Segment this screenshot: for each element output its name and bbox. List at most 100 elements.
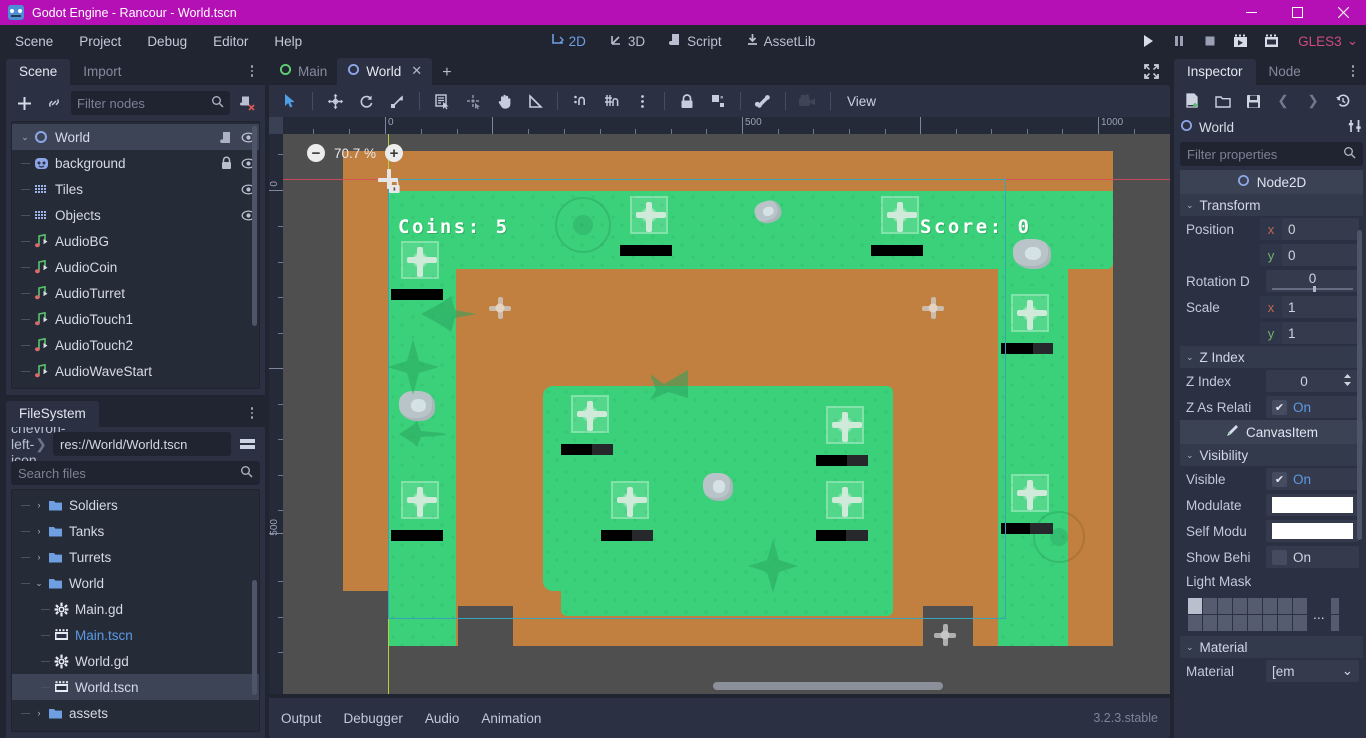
self-modulate-field[interactable] <box>1266 520 1359 542</box>
lock-icon[interactable] <box>672 88 702 114</box>
fs-row-turrets[interactable]: › Turrets <box>12 544 259 570</box>
chevron-right-icon[interactable]: › <box>32 552 46 562</box>
snap-tool[interactable] <box>565 88 595 114</box>
menu-help[interactable]: Help <box>263 30 313 53</box>
kebab-icon[interactable] <box>1346 63 1360 79</box>
menu-project[interactable]: Project <box>68 30 132 53</box>
filesystem-scrollbar[interactable] <box>252 580 257 695</box>
chevron-down-icon[interactable]: ⌄ <box>1342 663 1353 679</box>
menu-debug[interactable]: Debug <box>136 30 198 53</box>
scene-tab-world[interactable]: World ✕ <box>337 58 432 85</box>
split-mode-icon[interactable] <box>234 432 260 456</box>
scene-tree[interactable]: ⌄ World <box>11 121 260 389</box>
color-swatch[interactable] <box>1272 497 1353 513</box>
folder-open-icon[interactable] <box>1210 90 1236 112</box>
new-file-icon[interactable] <box>1180 90 1206 112</box>
turret-5[interactable] <box>1011 474 1049 512</box>
scene-tree-row-audioturret[interactable]: AudioTurret <box>12 280 259 306</box>
color-swatch[interactable] <box>1272 523 1353 539</box>
scene-tree-row-audiowavestart[interactable]: AudioWaveStart <box>12 358 259 384</box>
modulate-field[interactable] <box>1266 494 1359 516</box>
close-button[interactable] <box>1320 0 1366 25</box>
play-custom-icon[interactable] <box>1263 32 1281 50</box>
tab-3d[interactable]: 3D <box>601 30 654 52</box>
bottom-tab-output[interactable]: Output <box>281 711 322 726</box>
bone-icon[interactable] <box>748 88 778 114</box>
scene-tree-row-audiobg[interactable]: AudioBG <box>12 228 259 254</box>
scale-tool[interactable] <box>382 88 412 114</box>
renderer-selector[interactable]: GLES3 ⌄ <box>1298 33 1358 49</box>
section-visibility[interactable]: ⌄ Visibility <box>1180 444 1363 466</box>
scene-tree-row-objects[interactable]: Objects <box>12 202 259 228</box>
light-mask-editor[interactable]: ... <box>1180 592 1363 636</box>
select-tool[interactable] <box>275 88 305 114</box>
chevron-right-icon[interactable]: › <box>32 500 46 510</box>
rotation-field[interactable]: 0 <box>1266 270 1359 292</box>
close-icon[interactable]: ✕ <box>411 63 422 79</box>
filter-nodes-input[interactable]: Filter nodes <box>71 91 230 115</box>
fs-row-soldiers[interactable]: › Soldiers <box>12 492 259 518</box>
pivot-tool[interactable] <box>458 88 488 114</box>
section-material[interactable]: ⌄ Material <box>1180 636 1363 658</box>
lock-icon[interactable] <box>215 156 237 170</box>
fs-row-assets[interactable]: › assets <box>12 700 259 726</box>
fs-row-tanks[interactable]: › Tanks <box>12 518 259 544</box>
view-menu-button[interactable]: View <box>838 91 885 112</box>
tab-2d[interactable]: 2D <box>542 30 595 52</box>
checkbox-checked[interactable]: ✔ <box>1272 472 1287 487</box>
horizontal-ruler[interactable]: 0 500 1000 <box>283 117 1170 134</box>
remove-script-button[interactable] <box>234 91 260 115</box>
chevron-down-icon[interactable]: ⌄ <box>32 578 46 589</box>
history-clock-icon[interactable] <box>1330 90 1356 112</box>
fs-row-main-gd[interactable]: Main.gd <box>12 596 259 622</box>
filesystem-tree[interactable]: › Soldiers › Tanks <box>11 489 260 732</box>
tab-scene[interactable]: Scene <box>6 59 70 85</box>
fs-row-world-gd[interactable]: World.gd <box>12 648 259 674</box>
fs-row-world-folder[interactable]: ⌄ World <box>12 570 259 596</box>
pause-icon[interactable] <box>1170 32 1188 50</box>
chevron-down-icon[interactable]: ⌄ <box>18 132 32 143</box>
fs-row-main-tscn[interactable]: Main.tscn <box>12 622 259 648</box>
kebab-icon[interactable] <box>245 63 259 79</box>
scene-tree-row-world[interactable]: ⌄ World <box>12 124 259 150</box>
chevron-right-icon[interactable]: › <box>32 526 46 536</box>
list-select-tool[interactable] <box>427 88 457 114</box>
position-y-field[interactable]: y 0 <box>1266 244 1359 266</box>
filesystem-path-input[interactable]: res://World/World.tscn <box>53 432 231 456</box>
scale-y-field[interactable]: y 1 <box>1266 322 1359 344</box>
tab-assetlib[interactable]: AssetLib <box>737 30 825 52</box>
kebab-icon[interactable] <box>245 405 259 421</box>
turret-4[interactable] <box>1011 294 1049 332</box>
history-back-button[interactable]: ❮ <box>1270 90 1296 112</box>
tab-script[interactable]: Script <box>660 30 731 52</box>
group-icon[interactable] <box>703 88 733 114</box>
property-list[interactable]: Node2D ⌄ Transform Position x 0 <box>1180 170 1363 734</box>
visible-field[interactable]: ✔ On <box>1266 468 1359 490</box>
tab-node[interactable]: Node <box>1256 59 1314 85</box>
canvas-viewport[interactable]: − 70.7 % + <box>283 134 1170 694</box>
scene-tree-row-tiles[interactable]: Tiles <box>12 176 259 202</box>
scene-tree-scrollbar[interactable] <box>252 126 257 326</box>
checkbox-unchecked[interactable] <box>1272 550 1287 565</box>
tools-icon[interactable] <box>1347 118 1363 137</box>
kebab-icon[interactable] <box>627 88 657 114</box>
tab-inspector[interactable]: Inspector <box>1174 59 1256 85</box>
search-files-input[interactable]: Search files <box>11 461 260 485</box>
grid-snap-tool[interactable] <box>596 88 626 114</box>
section-transform[interactable]: ⌄ Transform <box>1180 194 1363 216</box>
z-index-field[interactable]: 0 <box>1266 370 1359 392</box>
add-node-button[interactable] <box>11 91 37 115</box>
checkbox-checked[interactable]: ✔ <box>1272 400 1287 415</box>
add-scene-tab-button[interactable]: + <box>432 61 461 85</box>
filter-properties-input[interactable]: Filter properties <box>1180 142 1363 166</box>
scene-tree-row-background[interactable]: background <box>12 150 259 176</box>
scene-tree-row-audiotouch2[interactable]: AudioTouch2 <box>12 332 259 358</box>
light-mask-more[interactable]: ... <box>1309 606 1329 622</box>
tab-import[interactable]: Import <box>70 59 134 85</box>
move-tool[interactable] <box>320 88 350 114</box>
script-icon[interactable] <box>215 131 237 144</box>
spinner-icon[interactable] <box>1342 373 1353 390</box>
rotate-tool[interactable] <box>351 88 381 114</box>
show-behind-field[interactable]: On <box>1266 546 1359 568</box>
position-x-field[interactable]: x 0 <box>1266 218 1359 240</box>
